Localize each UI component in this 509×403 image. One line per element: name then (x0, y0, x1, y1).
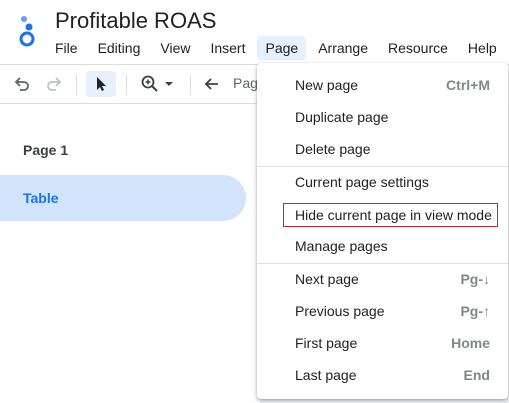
toolbar-divider (190, 75, 191, 95)
menu-editing[interactable]: Editing (90, 36, 149, 60)
toolbar-divider (76, 75, 77, 95)
menu-view[interactable]: View (152, 36, 198, 60)
shortcut-label: End (463, 367, 490, 383)
next-page-item[interactable]: Next page Pg-↓ (257, 263, 508, 295)
menu-arrange[interactable]: Arrange (310, 36, 376, 60)
chevron-down-icon (164, 79, 174, 89)
menu-item-label: Next page (295, 271, 359, 287)
menu-item-label: First page (295, 335, 358, 351)
menu-item-label: New page (295, 77, 359, 93)
menubar: File Editing View Insert Page Arrange Re… (47, 36, 509, 62)
menu-item-label: Hide current page in view mode (295, 207, 492, 223)
menu-item-label: Delete page (295, 141, 371, 157)
menu-item-label: Duplicate page (295, 109, 389, 125)
page-list-item[interactable]: Page 1 (0, 127, 246, 173)
menu-item-label: Previous page (295, 303, 385, 319)
zoom-in-icon (140, 74, 160, 94)
shortcut-label: Home (451, 335, 490, 351)
previous-page-item[interactable]: Previous page Pg-↑ (257, 295, 508, 327)
manage-pages-item[interactable]: Manage pages (257, 230, 508, 262)
arrow-left-icon (202, 74, 222, 94)
menu-item-label: Manage pages (295, 238, 388, 254)
report-title[interactable]: Profitable ROAS (55, 8, 216, 34)
menu-file[interactable]: File (47, 36, 86, 60)
undo-icon (12, 74, 32, 94)
page-navigator-label[interactable]: Pag (233, 75, 258, 91)
new-page-item[interactable]: New page Ctrl+M (257, 69, 508, 101)
page-menu-dropdown: New page Ctrl+M Duplicate page Delete pa… (257, 63, 508, 399)
first-page-item[interactable]: First page Home (257, 327, 508, 359)
undo-button[interactable] (8, 71, 36, 97)
menu-insert[interactable]: Insert (202, 36, 253, 60)
redo-icon (44, 74, 64, 94)
page-list-item-selected[interactable]: Table (0, 175, 246, 221)
previous-page-button[interactable] (198, 71, 226, 97)
pointer-icon (92, 75, 110, 93)
hide-current-page-item[interactable]: Hide current page in view mode (257, 199, 508, 231)
last-page-item[interactable]: Last page End (257, 359, 508, 391)
delete-page-item[interactable]: Delete page (257, 133, 508, 165)
shortcut-label: Ctrl+M (446, 77, 490, 93)
zoom-button[interactable] (134, 71, 180, 97)
shortcut-label: Pg-↑ (460, 303, 490, 319)
current-page-settings-item[interactable]: Current page settings (257, 166, 508, 198)
menu-page[interactable]: Page (257, 36, 307, 60)
redo-button[interactable] (40, 71, 68, 97)
select-tool-button[interactable] (86, 71, 116, 97)
menu-item-label: Last page (295, 367, 357, 383)
pages-panel: Page 1 Table (0, 103, 260, 403)
shortcut-label: Pg-↓ (460, 271, 490, 287)
duplicate-page-item[interactable]: Duplicate page (257, 101, 508, 133)
app-logo-icon[interactable] (16, 14, 38, 48)
menu-help[interactable]: Help (460, 36, 505, 60)
menu-item-label: Current page settings (295, 174, 429, 190)
toolbar-divider (126, 75, 127, 95)
menu-resource[interactable]: Resource (380, 36, 456, 60)
